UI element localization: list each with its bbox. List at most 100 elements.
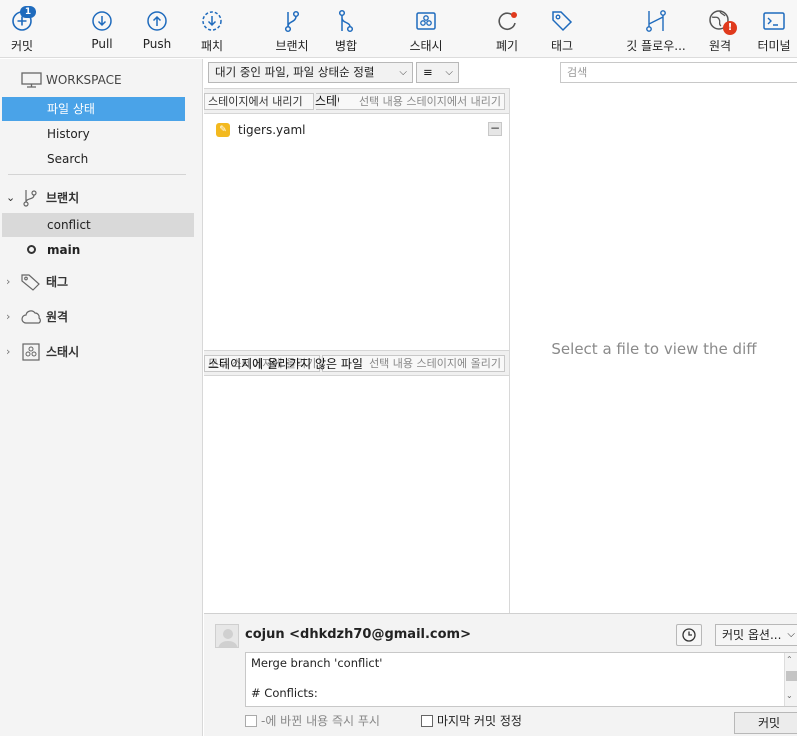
user-icon	[218, 629, 238, 647]
tag-button[interactable]: 태그	[532, 6, 592, 54]
branch-item-main[interactable]: main	[2, 238, 185, 262]
amend-last-checkbox[interactable]	[421, 715, 433, 727]
chevron-down-icon: ⌵	[399, 67, 407, 78]
gitflow-button[interactable]: 깃 플로우...	[621, 6, 691, 54]
merge-icon	[338, 9, 354, 33]
push-immediately-checkbox[interactable]	[245, 715, 257, 727]
branch-item-conflict[interactable]: conflict	[2, 213, 194, 237]
push-button[interactable]: Push	[127, 6, 187, 54]
gitflow-icon	[646, 10, 666, 32]
branch-label: 브랜치	[275, 39, 309, 53]
chevron-down-icon: ⌵	[787, 629, 795, 640]
diff-placeholder: Select a file to view the diff	[551, 340, 757, 358]
amend-last-label: 마지막 커밋 정정	[437, 714, 522, 728]
tags-section-header[interactable]: › 태그	[0, 269, 200, 295]
commit-author: cojun <dhkdzh70@gmail.com>	[245, 627, 471, 642]
discard-label: 폐기	[495, 39, 519, 53]
avatar	[215, 624, 239, 648]
push-label: Push	[142, 37, 172, 51]
chevron-down-icon: ⌵	[445, 67, 453, 78]
merge-label: 병합	[334, 39, 358, 53]
pull-button[interactable]: Pull	[72, 6, 132, 54]
remotes-section-header[interactable]: › 원격	[0, 304, 200, 330]
branch-icon	[23, 190, 37, 207]
search-placeholder: 검색	[567, 66, 588, 79]
pull-label: Pull	[91, 37, 113, 51]
merge-button[interactable]: 병합	[316, 6, 376, 54]
scroll-up-icon: ⌃	[786, 655, 793, 664]
terminal-button[interactable]: 터미널	[744, 6, 797, 54]
fetch-icon	[202, 11, 222, 31]
commit-options-label: 커밋 옵션...	[722, 628, 782, 642]
unstaged-files-pane: 모두 스테이지에 올리기 선택 내용 스테이지에 올리기 스테이지에 올라가지 …	[204, 350, 510, 613]
clock-icon	[682, 628, 696, 642]
file-sort-dropdown[interactable]: 대기 중인 파일, 파일 상태순 정렬 ⌵	[208, 62, 413, 83]
stashes-header-label: 스태시	[46, 345, 80, 359]
sidebar-item-file-status[interactable]: 파일 상태	[2, 97, 185, 121]
commit-toolbar-button[interactable]: 1 커밋	[0, 6, 52, 54]
commit-toolbar-label: 커밋	[10, 39, 34, 53]
monitor-icon	[21, 72, 42, 88]
workspace-section-header[interactable]: WORKSPACE	[0, 67, 200, 93]
pencil-icon: ✎	[216, 123, 230, 137]
remote-label: 원격	[708, 39, 732, 53]
search-input[interactable]: 검색	[560, 62, 797, 83]
tag-icon	[552, 11, 573, 32]
commit-area: cojun <dhkdzh70@gmail.com> 커밋 옵션... ⌵ Me…	[204, 613, 797, 736]
unstaged-pane-header: 모두 스테이지에 올리기 선택 내용 스테이지에 올리기 스테이지에 올라가지 …	[204, 350, 509, 376]
tag-icon	[21, 274, 40, 291]
unstage-selected-button[interactable]: 선택 내용 스테이지에서 내리기	[316, 93, 505, 110]
sidebar-item-history[interactable]: History	[2, 122, 185, 146]
terminal-label: 터미널	[757, 39, 791, 53]
chevron-right-icon: ›	[6, 275, 11, 288]
stash-icon	[22, 343, 40, 361]
sidebar-item-search[interactable]: Search	[2, 147, 185, 171]
current-branch-icon	[27, 245, 36, 254]
branch-icon	[284, 10, 300, 33]
stash-label: 스태시	[409, 39, 443, 53]
staged-pane-header: 스테이지에서 내리기 선택 내용 스테이지에서 내리기 스테이지에 올라간 파일	[204, 88, 509, 114]
branch-item-main-label: main	[47, 243, 81, 257]
pull-icon	[92, 11, 112, 31]
list-view-icon: ≡	[423, 65, 433, 79]
branches-header-label: 브랜치	[46, 191, 80, 205]
push-immediately-label: -에 바뀐 내용 즉시 푸시	[261, 714, 380, 728]
tags-header-label: 태그	[46, 275, 69, 289]
chevron-right-icon: ›	[6, 310, 11, 323]
branch-button[interactable]: 브랜치	[262, 6, 322, 54]
amend-last-option[interactable]: 마지막 커밋 정정	[421, 713, 522, 731]
discard-icon	[498, 12, 517, 30]
unstaged-pane-title: 스테이지에 올라가지 않은 파일	[208, 357, 363, 371]
sidebar: WORKSPACE 파일 상태 History Search ⌄ 브랜치 con…	[0, 59, 203, 736]
commit-options-dropdown[interactable]: 커밋 옵션... ⌵	[715, 624, 797, 646]
terminal-icon	[763, 12, 785, 30]
view-mode-dropdown[interactable]: ≡ ⌵	[416, 62, 459, 83]
push-immediately-option[interactable]: -에 바뀐 내용 즉시 푸시	[245, 713, 380, 731]
sidebar-divider	[8, 174, 186, 175]
tag-label: 태그	[550, 39, 574, 53]
fetch-button[interactable]: 패치	[182, 6, 242, 54]
remote-button[interactable]: ! 원격	[690, 6, 750, 54]
scrollbar-thumb[interactable]	[786, 671, 797, 681]
commit-message-input[interactable]: Merge branch 'conflict' # Conflicts:	[245, 652, 797, 707]
commit-message-scrollbar[interactable]: ⌃ ⌄	[784, 653, 797, 706]
commit-history-button[interactable]	[676, 624, 702, 646]
branches-section-header[interactable]: ⌄ 브랜치	[0, 185, 200, 211]
toolbar: 1 커밋 Pull Push 패치 브랜치 병합 스태시 폐기 태그 깃 플로우…	[0, 0, 797, 58]
discard-button[interactable]: 폐기	[477, 6, 537, 54]
chevron-down-icon: ⌄	[6, 191, 16, 204]
file-sort-label: 대기 중인 파일, 파일 상태순 정렬	[215, 65, 375, 79]
gitflow-label: 깃 플로우...	[626, 39, 686, 53]
commit-button[interactable]: 커밋	[734, 712, 797, 734]
stash-icon	[416, 12, 436, 30]
stashes-section-header[interactable]: › 스태시	[0, 339, 200, 365]
stash-button[interactable]: 스태시	[396, 6, 456, 54]
unstage-all-button[interactable]: 스테이지에서 내리기	[204, 93, 314, 110]
remotes-header-label: 원격	[46, 310, 69, 324]
unstage-file-button[interactable]: −	[488, 122, 502, 136]
remote-alert-badge: !	[723, 21, 737, 35]
staged-file-name: tigers.yaml	[238, 123, 306, 137]
workspace-header-label: WORKSPACE	[46, 73, 122, 87]
chevron-right-icon: ›	[6, 345, 11, 358]
staged-pane-title: 스테이지에 올라간 파일	[315, 94, 339, 109]
